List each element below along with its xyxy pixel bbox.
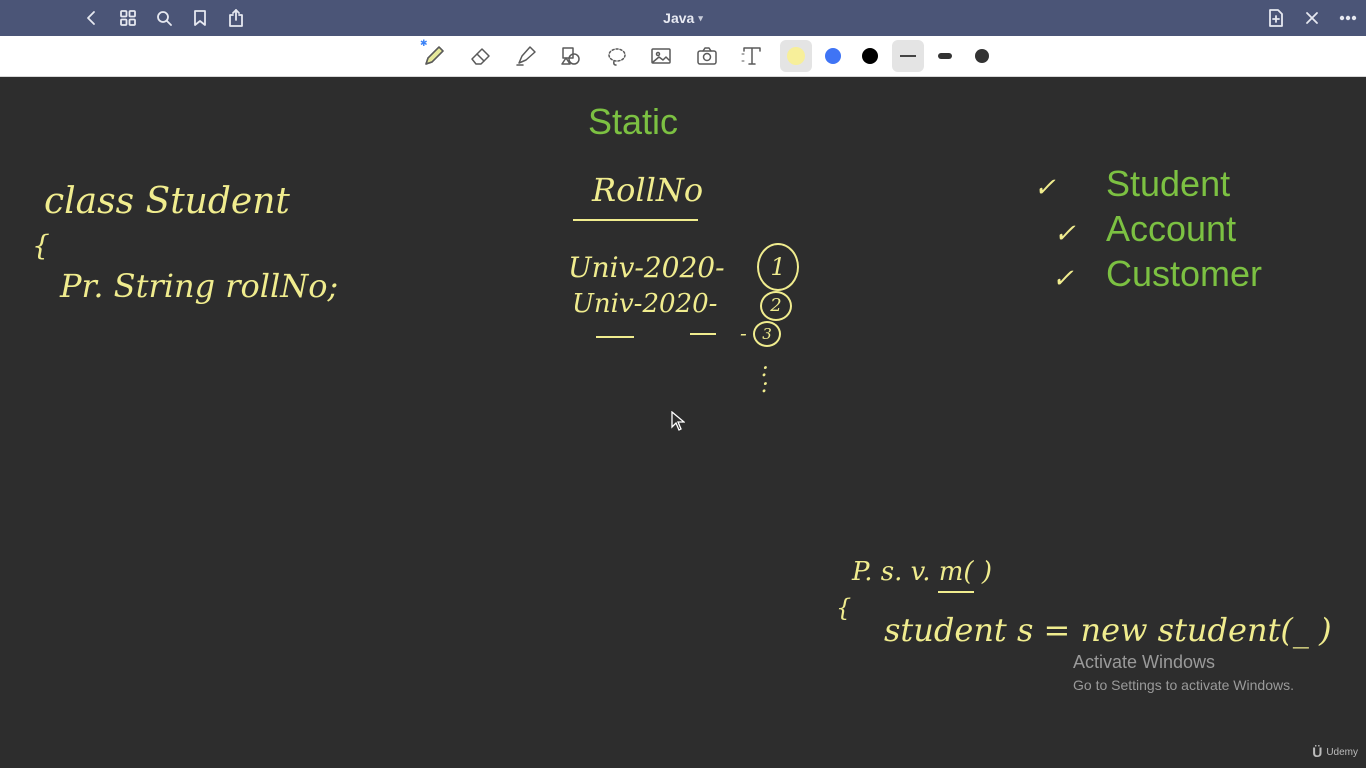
stroke-thick[interactable] — [966, 40, 998, 72]
udemy-watermark: Ü Udemy — [1312, 744, 1358, 760]
handwritten-open-brace: { — [32, 229, 50, 262]
bluetooth-icon: ✱ — [420, 38, 428, 48]
handwritten-row2-circle: 2 — [760, 291, 792, 321]
rollno-underline — [573, 219, 698, 221]
list-item-customer: Customer — [1106, 253, 1263, 294]
black-swatch — [862, 48, 878, 64]
handwritten-class-line: class Student — [44, 181, 290, 222]
row3-dash-1 — [596, 336, 634, 338]
row1-number: 1 — [770, 253, 786, 281]
eraser-tool[interactable] — [465, 40, 497, 72]
chevron-down-icon: ▾ — [698, 12, 703, 23]
lasso-tool[interactable] — [601, 40, 633, 72]
activate-windows-title: Activate Windows — [1073, 652, 1216, 672]
handwritten-new-line: student s = new student(_ ) — [884, 611, 1332, 649]
static-title: Static — [588, 101, 679, 142]
udemy-logo-icon: Ü — [1312, 744, 1323, 760]
drawing-toolbar: ✱ — [0, 36, 1366, 77]
color-blue-swatch[interactable] — [817, 40, 849, 72]
udemy-label: Udemy — [1326, 746, 1358, 758]
check-icon: ✓ — [1052, 264, 1074, 294]
yellow-swatch — [787, 47, 805, 65]
document-title-dropdown[interactable]: Java ▾ — [663, 10, 703, 26]
activate-windows-watermark: Activate Windows Go to Settings to activ… — [1073, 652, 1294, 693]
note-canvas[interactable]: Static class Student { Pr. String rollNo… — [0, 77, 1366, 768]
handwritten-row1: Univ-2020- — [568, 251, 725, 284]
list-item-account: Account — [1106, 208, 1237, 249]
list-item-student: Student — [1106, 163, 1231, 204]
handwritten-row1-circle: 1 — [757, 243, 799, 291]
row2-number: 2 — [770, 295, 782, 316]
handwritten-rollno-header: RollNo — [592, 171, 704, 209]
dots-2: : — [761, 373, 769, 398]
handwritten-row3-circle: 3 — [753, 321, 781, 347]
handwritten-row3: - — [740, 321, 747, 345]
image-tool[interactable] — [645, 40, 677, 72]
handwritten-continuation-dots: : : — [761, 359, 768, 397]
share-icon[interactable] — [222, 0, 250, 36]
row3-number: 3 — [762, 325, 772, 343]
close-icon[interactable] — [1298, 0, 1326, 36]
color-yellow-swatch[interactable] — [780, 40, 812, 72]
medium-line-icon — [938, 53, 952, 59]
search-icon[interactable] — [150, 0, 178, 36]
handwritten-field-line: Pr. String rollNo; — [60, 267, 339, 305]
title-bar: Java ▾ — [0, 0, 1366, 36]
camera-tool[interactable] — [691, 40, 723, 72]
activate-windows-subtitle: Go to Settings to activate Windows. — [1073, 677, 1294, 693]
handwritten-row2: Univ-2020- — [572, 289, 718, 319]
main-underline — [938, 591, 974, 593]
handwritten-main-line: P. s. v. m( ) — [852, 557, 992, 587]
row3-dash-2 — [690, 333, 716, 335]
color-black-swatch[interactable] — [854, 40, 886, 72]
check-icon: ✓ — [1054, 219, 1076, 249]
check-icon: ✓ — [1034, 173, 1056, 203]
text-tool[interactable] — [736, 40, 768, 72]
handwritten-main-brace: { — [836, 594, 852, 622]
thin-line-icon — [900, 55, 916, 57]
add-page-icon[interactable] — [1262, 0, 1290, 36]
bookmark-icon[interactable] — [186, 0, 214, 36]
blue-swatch — [825, 48, 841, 64]
back-icon[interactable] — [77, 0, 105, 36]
thick-dot-icon — [975, 49, 989, 63]
highlighter-tool[interactable] — [510, 40, 542, 72]
pen-tool[interactable]: ✱ — [418, 38, 450, 72]
grid-icon[interactable] — [114, 0, 142, 36]
stroke-medium[interactable] — [929, 40, 961, 72]
more-icon[interactable] — [1334, 0, 1362, 36]
shapes-tool[interactable] — [555, 40, 587, 72]
stroke-thin[interactable] — [892, 40, 924, 72]
mouse-cursor-icon — [671, 410, 686, 436]
document-title: Java — [663, 10, 695, 26]
